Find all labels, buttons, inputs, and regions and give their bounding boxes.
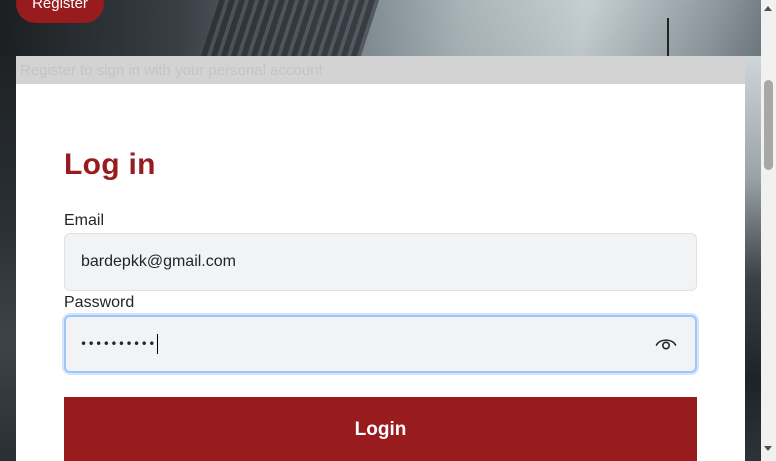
email-label: Email bbox=[64, 212, 105, 229]
page-title: Log in bbox=[64, 148, 156, 181]
register-button[interactable]: Register bbox=[16, 0, 104, 23]
background-pole bbox=[667, 18, 669, 56]
scroll-up-icon[interactable] bbox=[764, 6, 772, 11]
background-building bbox=[200, 0, 380, 56]
card-header: Register to sign in with your personal a… bbox=[16, 56, 745, 84]
background-right-strip bbox=[745, 56, 761, 461]
background-left-strip bbox=[0, 56, 16, 461]
scrollbar[interactable] bbox=[761, 0, 776, 461]
text-caret bbox=[156, 334, 158, 354]
password-field[interactable]: •••••••••• bbox=[64, 315, 697, 373]
login-button[interactable]: Login bbox=[64, 397, 697, 461]
scroll-down-icon[interactable] bbox=[764, 446, 772, 451]
eye-icon[interactable] bbox=[655, 336, 677, 352]
login-card: Register to sign in with your personal a… bbox=[16, 56, 745, 461]
password-value: •••••••••• bbox=[80, 337, 156, 351]
scroll-thumb[interactable] bbox=[764, 80, 773, 170]
password-label: Password bbox=[64, 294, 135, 311]
email-field[interactable] bbox=[64, 233, 697, 291]
